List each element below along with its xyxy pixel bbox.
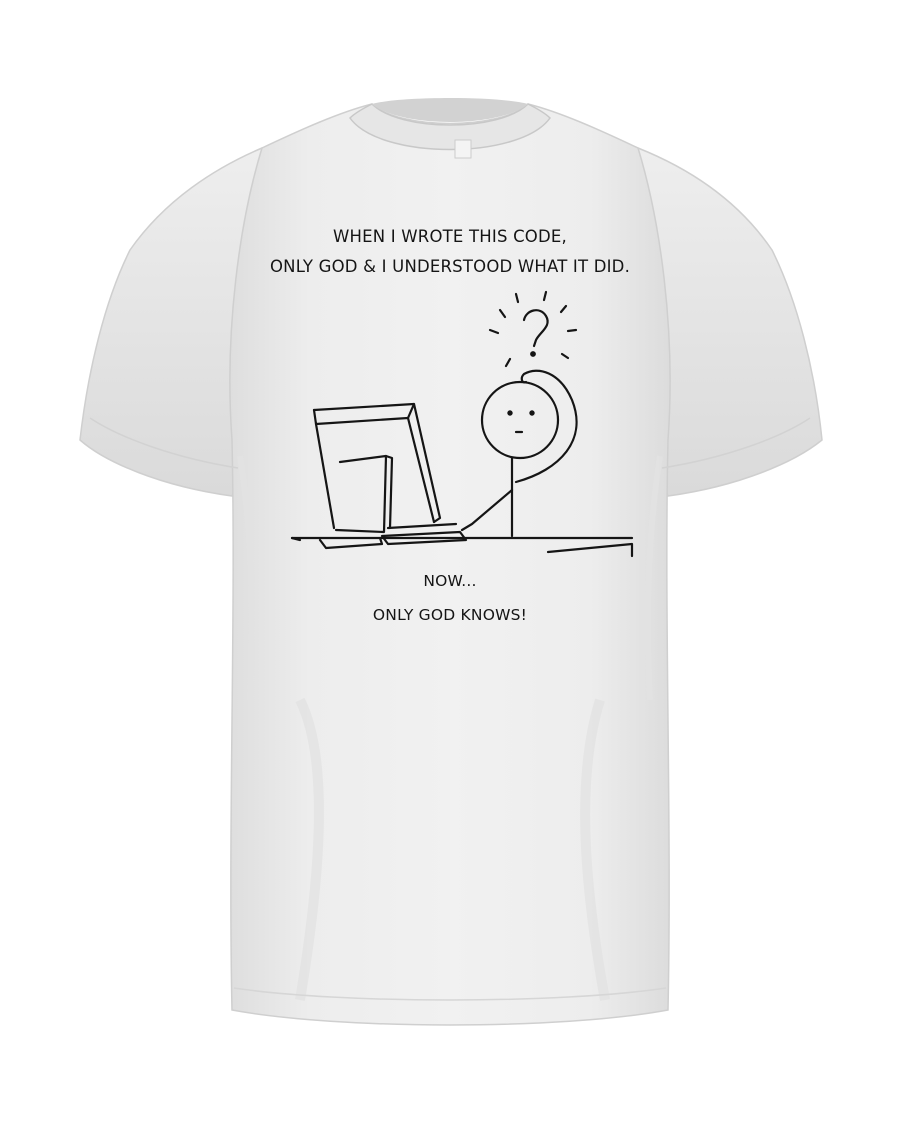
headline-line-2: ONLY GOD & I UNDERSTOOD WHAT IT DID.	[269, 257, 631, 276]
headline-line-1: WHEN I WROTE THIS CODE,	[333, 227, 567, 246]
punchline-line-1: NOW...	[423, 572, 477, 590]
print-headline: WHEN I WROTE THIS CODE, ONLY GOD & I UND…	[0, 222, 900, 282]
neck-tag	[454, 139, 472, 159]
product-photo: WHEN I WROTE THIS CODE, ONLY GOD & I UND…	[0, 0, 900, 1125]
print-punchline: NOW... ONLY GOD KNOWS!	[0, 564, 900, 632]
tshirt-image	[79, 98, 823, 1026]
punchline-line-2: ONLY GOD KNOWS!	[372, 606, 528, 624]
